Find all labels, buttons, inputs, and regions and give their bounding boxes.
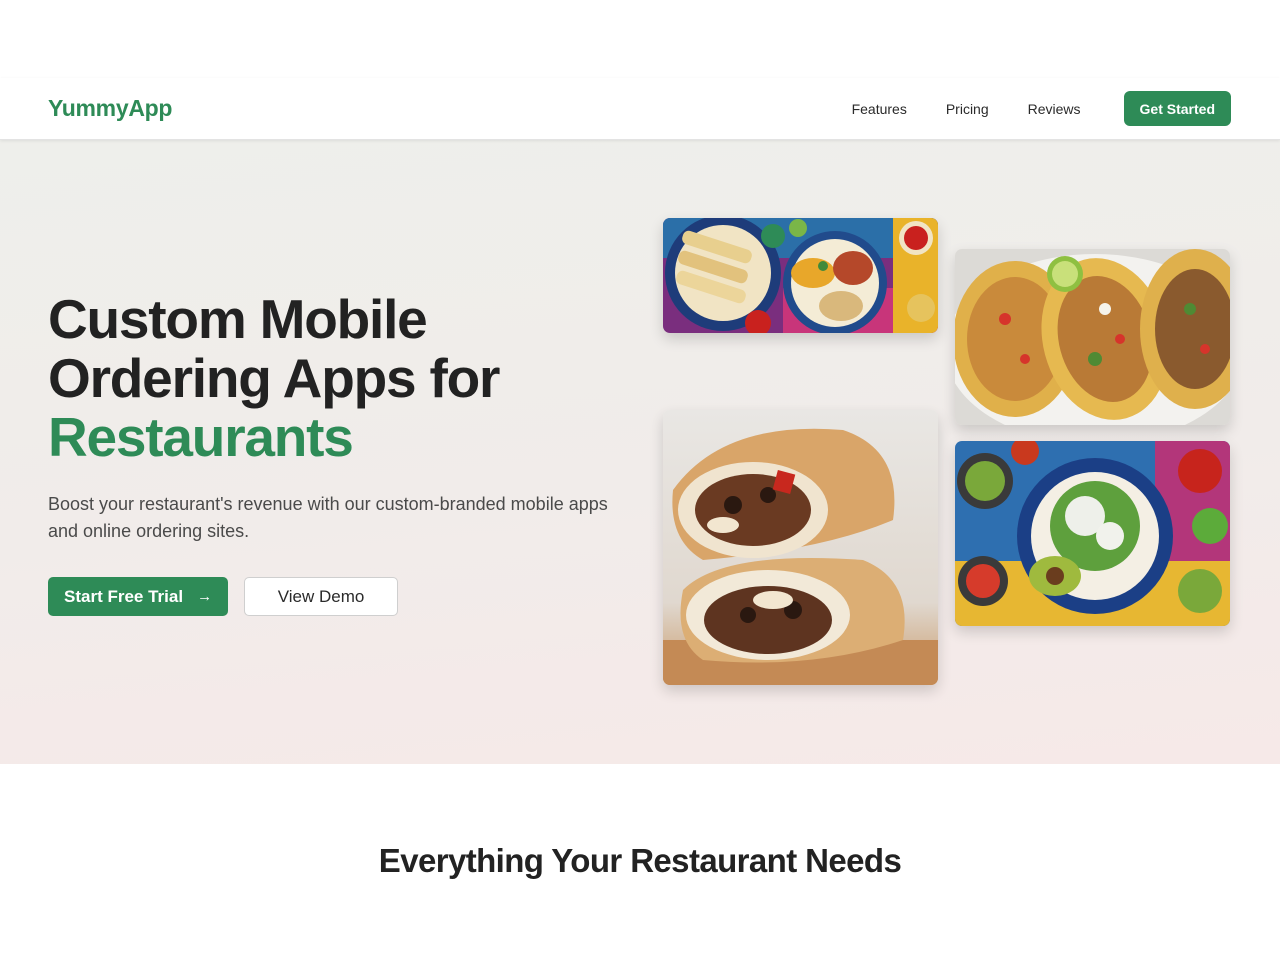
hero-content: Custom Mobile Ordering Apps for Restaura… (48, 290, 618, 616)
start-free-trial-button[interactable]: Start Free Trial → (48, 577, 229, 616)
hero-title: Custom Mobile Ordering Apps for Restaura… (48, 290, 618, 467)
brand-logo[interactable]: YummyApp (48, 95, 172, 122)
hero-buttons: Start Free Trial → View Demo (48, 577, 618, 616)
view-demo-button[interactable]: View Demo (244, 577, 399, 616)
features-section-title: Everything Your Restaurant Needs (378, 842, 902, 879)
get-started-button[interactable]: Get Started (1123, 91, 1231, 126)
hero-title-accent: Restaurants (48, 406, 354, 468)
nav-link-reviews[interactable]: Reviews (1028, 101, 1081, 117)
food-photo-tamales-platter (663, 218, 938, 333)
start-free-trial-label: Start Free Trial (64, 586, 184, 606)
hero-section: Custom Mobile Ordering Apps for Restaura… (0, 140, 1280, 764)
hero-subtitle: Boost your restaurant's revenue with our… (48, 494, 608, 541)
arrow-right-icon: → (197, 588, 213, 605)
food-photo-tacos (955, 249, 1230, 425)
hero-title-line1: Custom Mobile (48, 288, 428, 350)
food-photo-salad-spread (955, 441, 1230, 626)
nav-links: Features Pricing Reviews Get Started (852, 91, 1231, 126)
top-spacer (0, 0, 1280, 78)
nav-link-features[interactable]: Features (852, 101, 907, 117)
food-photo-burrito (663, 410, 938, 685)
nav-link-pricing[interactable]: Pricing (946, 101, 989, 117)
hero-title-line2: Ordering Apps for (48, 347, 500, 409)
navbar: YummyApp Features Pricing Reviews Get St… (0, 78, 1280, 140)
